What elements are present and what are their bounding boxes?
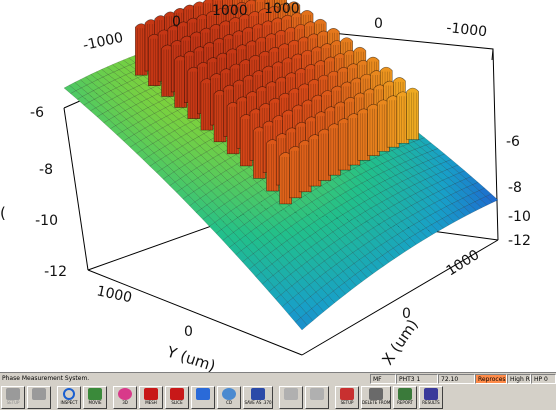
- top-x-tick: -1000: [446, 20, 488, 40]
- 3d-slice-icon: [170, 388, 184, 400]
- toolbar-button-label: SETUP: [6, 400, 20, 405]
- toolbar-button-label: SLICE: [171, 400, 183, 405]
- toolbar-button-label: CD: [226, 400, 232, 405]
- toolbar-button-label: SETUP: [340, 400, 354, 405]
- delete-icon: [369, 388, 383, 400]
- left-edge-label: (: [0, 204, 6, 222]
- top-x-tick: 0: [374, 16, 383, 32]
- toolbar-button-label: INSPECT: [60, 400, 78, 405]
- toolbar-button-icon-1[interactable]: [27, 386, 51, 409]
- toolbar-button-mesh[interactable]: MESH: [139, 386, 163, 409]
- toolbar-button-setup[interactable]: SETUP: [335, 386, 359, 409]
- toolbar-button-cd[interactable]: CD: [217, 386, 241, 409]
- bottom-toolbar: SETUP INSPECT MOVIE 3D MESH SLICE CD SAVE AS .3…: [0, 385, 556, 410]
- y-axis-label: Y (um): [164, 342, 218, 372]
- setup-icon: [6, 388, 20, 400]
- bottom-y-tick: 0: [184, 324, 193, 340]
- pillar: [406, 87, 419, 140]
- plot-canvas[interactable]: -6 -8 -10 -12 ( -6 -8 -10 -12 -1000 0 10…: [0, 0, 556, 372]
- right-z-tick: -6: [506, 134, 520, 150]
- top-y-tick: -1000: [82, 30, 125, 54]
- status-bar: Phase Measurement System. MF PHT3 1 72.1…: [0, 372, 556, 385]
- toolbar-button-label: RESULTS: [422, 400, 440, 405]
- toolbar-button-icon-10[interactable]: [279, 386, 303, 409]
- toolbar-button-setup[interactable]: SETUP: [1, 386, 25, 409]
- layers-icon: [196, 388, 210, 400]
- status-message: Phase Measurement System.: [2, 375, 90, 382]
- toolbar-button-label: 3D: [122, 400, 128, 405]
- toolbar-button-movie[interactable]: MOVIE: [83, 386, 107, 409]
- 3d-surface-plot[interactable]: -6 -8 -10 -12 ( -6 -8 -10 -12 -1000 0 10…: [0, 0, 556, 372]
- status-value: 72.10: [438, 374, 475, 384]
- toolbar-button-report[interactable]: REPORT: [393, 386, 417, 409]
- results-icon: [424, 388, 438, 400]
- left-z-tick: -12: [44, 264, 67, 280]
- toolbar-button-slice[interactable]: SLICE: [165, 386, 189, 409]
- left-z-axis: -6 -8 -10 -12 (: [0, 105, 67, 280]
- minus-icon: [32, 388, 46, 400]
- report-setup-icon: [340, 388, 354, 400]
- toolbar-button-save-as-370[interactable]: SAVE AS .370: [243, 386, 273, 409]
- status-mode: PHT3 1: [396, 374, 438, 384]
- report-icon: [398, 388, 412, 400]
- toolbar-button-label: MESH: [145, 400, 157, 405]
- status-reprocessing: Reprocessing: [475, 374, 507, 384]
- toolbar-button-icon-11[interactable]: [305, 386, 329, 409]
- left-z-tick: -8: [39, 162, 53, 178]
- toolbar-button-label: MOVIE: [88, 400, 102, 405]
- disabled-icon: [284, 388, 298, 400]
- cd-icon: [222, 388, 236, 400]
- toolbar-button-3d[interactable]: 3D: [113, 386, 137, 409]
- status-mf: MF: [370, 374, 396, 384]
- movie-icon: [88, 388, 102, 400]
- toolbar-button-label: DELETE FROM REPORT: [362, 400, 391, 405]
- right-z-tick: -10: [508, 209, 531, 225]
- x-axis-label: X (um): [378, 316, 421, 368]
- toolbar-button-icon-7[interactable]: [191, 386, 215, 409]
- toolbar-button-inspect[interactable]: INSPECT: [57, 386, 81, 409]
- disabled-icon: [310, 388, 324, 400]
- status-hires: High Res.: [507, 374, 531, 384]
- bottom-y-tick: 1000: [95, 283, 133, 306]
- top-y-tick: 1000: [212, 3, 248, 19]
- right-z-axis: -6 -8 -10 -12: [506, 134, 531, 249]
- toolbar-button-label: SAVE AS .370: [244, 400, 272, 405]
- top-x-tick: 1000: [264, 1, 300, 17]
- top-y-tick: 0: [172, 14, 181, 30]
- right-z-tick: -12: [508, 233, 531, 249]
- status-hp: HP 0: [531, 374, 556, 384]
- save-icon: [251, 388, 265, 400]
- ball-icon: [118, 388, 132, 400]
- left-z-tick: -10: [35, 213, 58, 229]
- 3d-mesh-icon: [144, 388, 158, 400]
- left-z-tick: -6: [30, 105, 44, 121]
- toolbar-button-results[interactable]: RESULTS: [419, 386, 443, 409]
- magnifier-icon: [63, 388, 75, 400]
- bottom-x-tick: 1000: [444, 247, 483, 279]
- right-z-tick: -8: [508, 180, 522, 196]
- toolbar-button-label: REPORT: [397, 400, 413, 405]
- toolbar-button-delete-from-report[interactable]: DELETE FROM REPORT: [361, 386, 391, 409]
